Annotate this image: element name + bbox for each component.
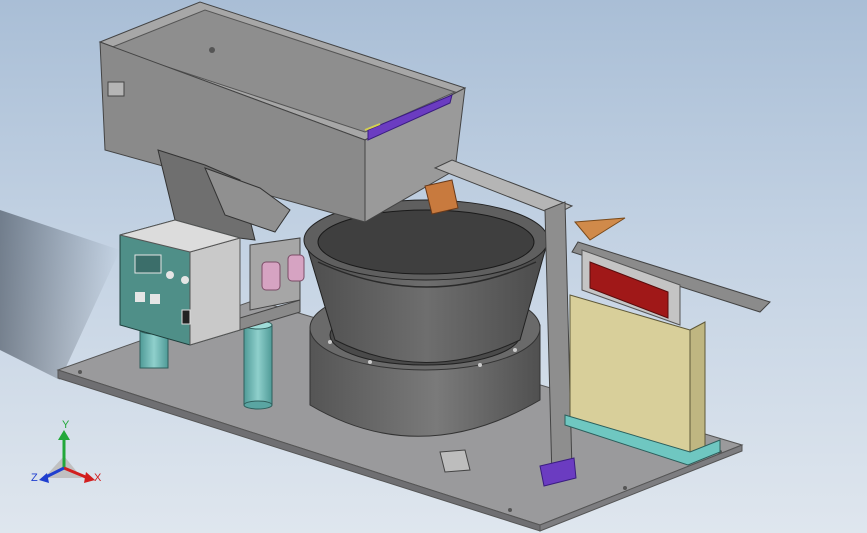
controller-button-start[interactable]: [135, 292, 145, 302]
hopper-tray[interactable]: [98, 1, 467, 223]
z-axis-label: Z: [31, 472, 38, 484]
vibratory-bowl[interactable]: [303, 199, 549, 363]
bottom-clamp[interactable]: [439, 449, 471, 473]
y-axis-arrow-icon: [58, 430, 70, 440]
controller-display: [134, 254, 162, 274]
controller-switch[interactable]: [181, 309, 191, 325]
cad-viewport[interactable]: Y X Z: [0, 0, 867, 533]
controller-knob-right[interactable]: [181, 276, 189, 284]
controller-button-stop[interactable]: [150, 294, 160, 304]
y-axis-label: Y: [62, 419, 70, 431]
controller-box[interactable]: [119, 219, 242, 346]
axis-triad: Y X Z: [31, 419, 102, 484]
assembly-model[interactable]: Y X Z: [0, 0, 867, 533]
x-axis-label: X: [94, 472, 102, 484]
controller-knob-left[interactable]: [166, 271, 174, 279]
